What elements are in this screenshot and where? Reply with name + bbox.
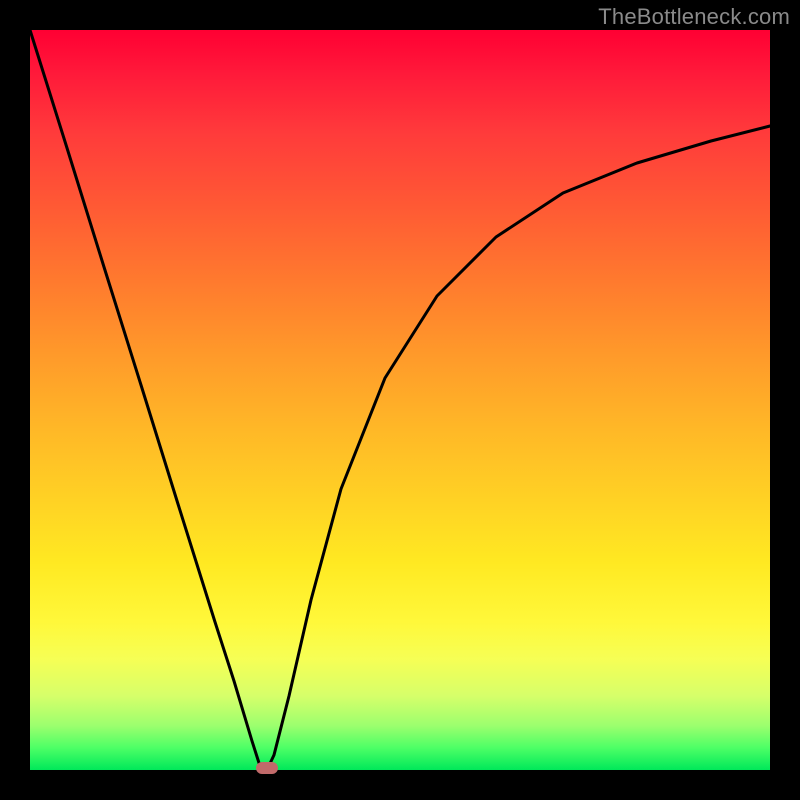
bottleneck-curve [30, 30, 770, 770]
watermark-text: TheBottleneck.com [598, 4, 790, 30]
chart-frame: TheBottleneck.com [0, 0, 800, 800]
plot-area [30, 30, 770, 770]
optimum-marker [256, 762, 278, 774]
curve-path [30, 30, 770, 770]
